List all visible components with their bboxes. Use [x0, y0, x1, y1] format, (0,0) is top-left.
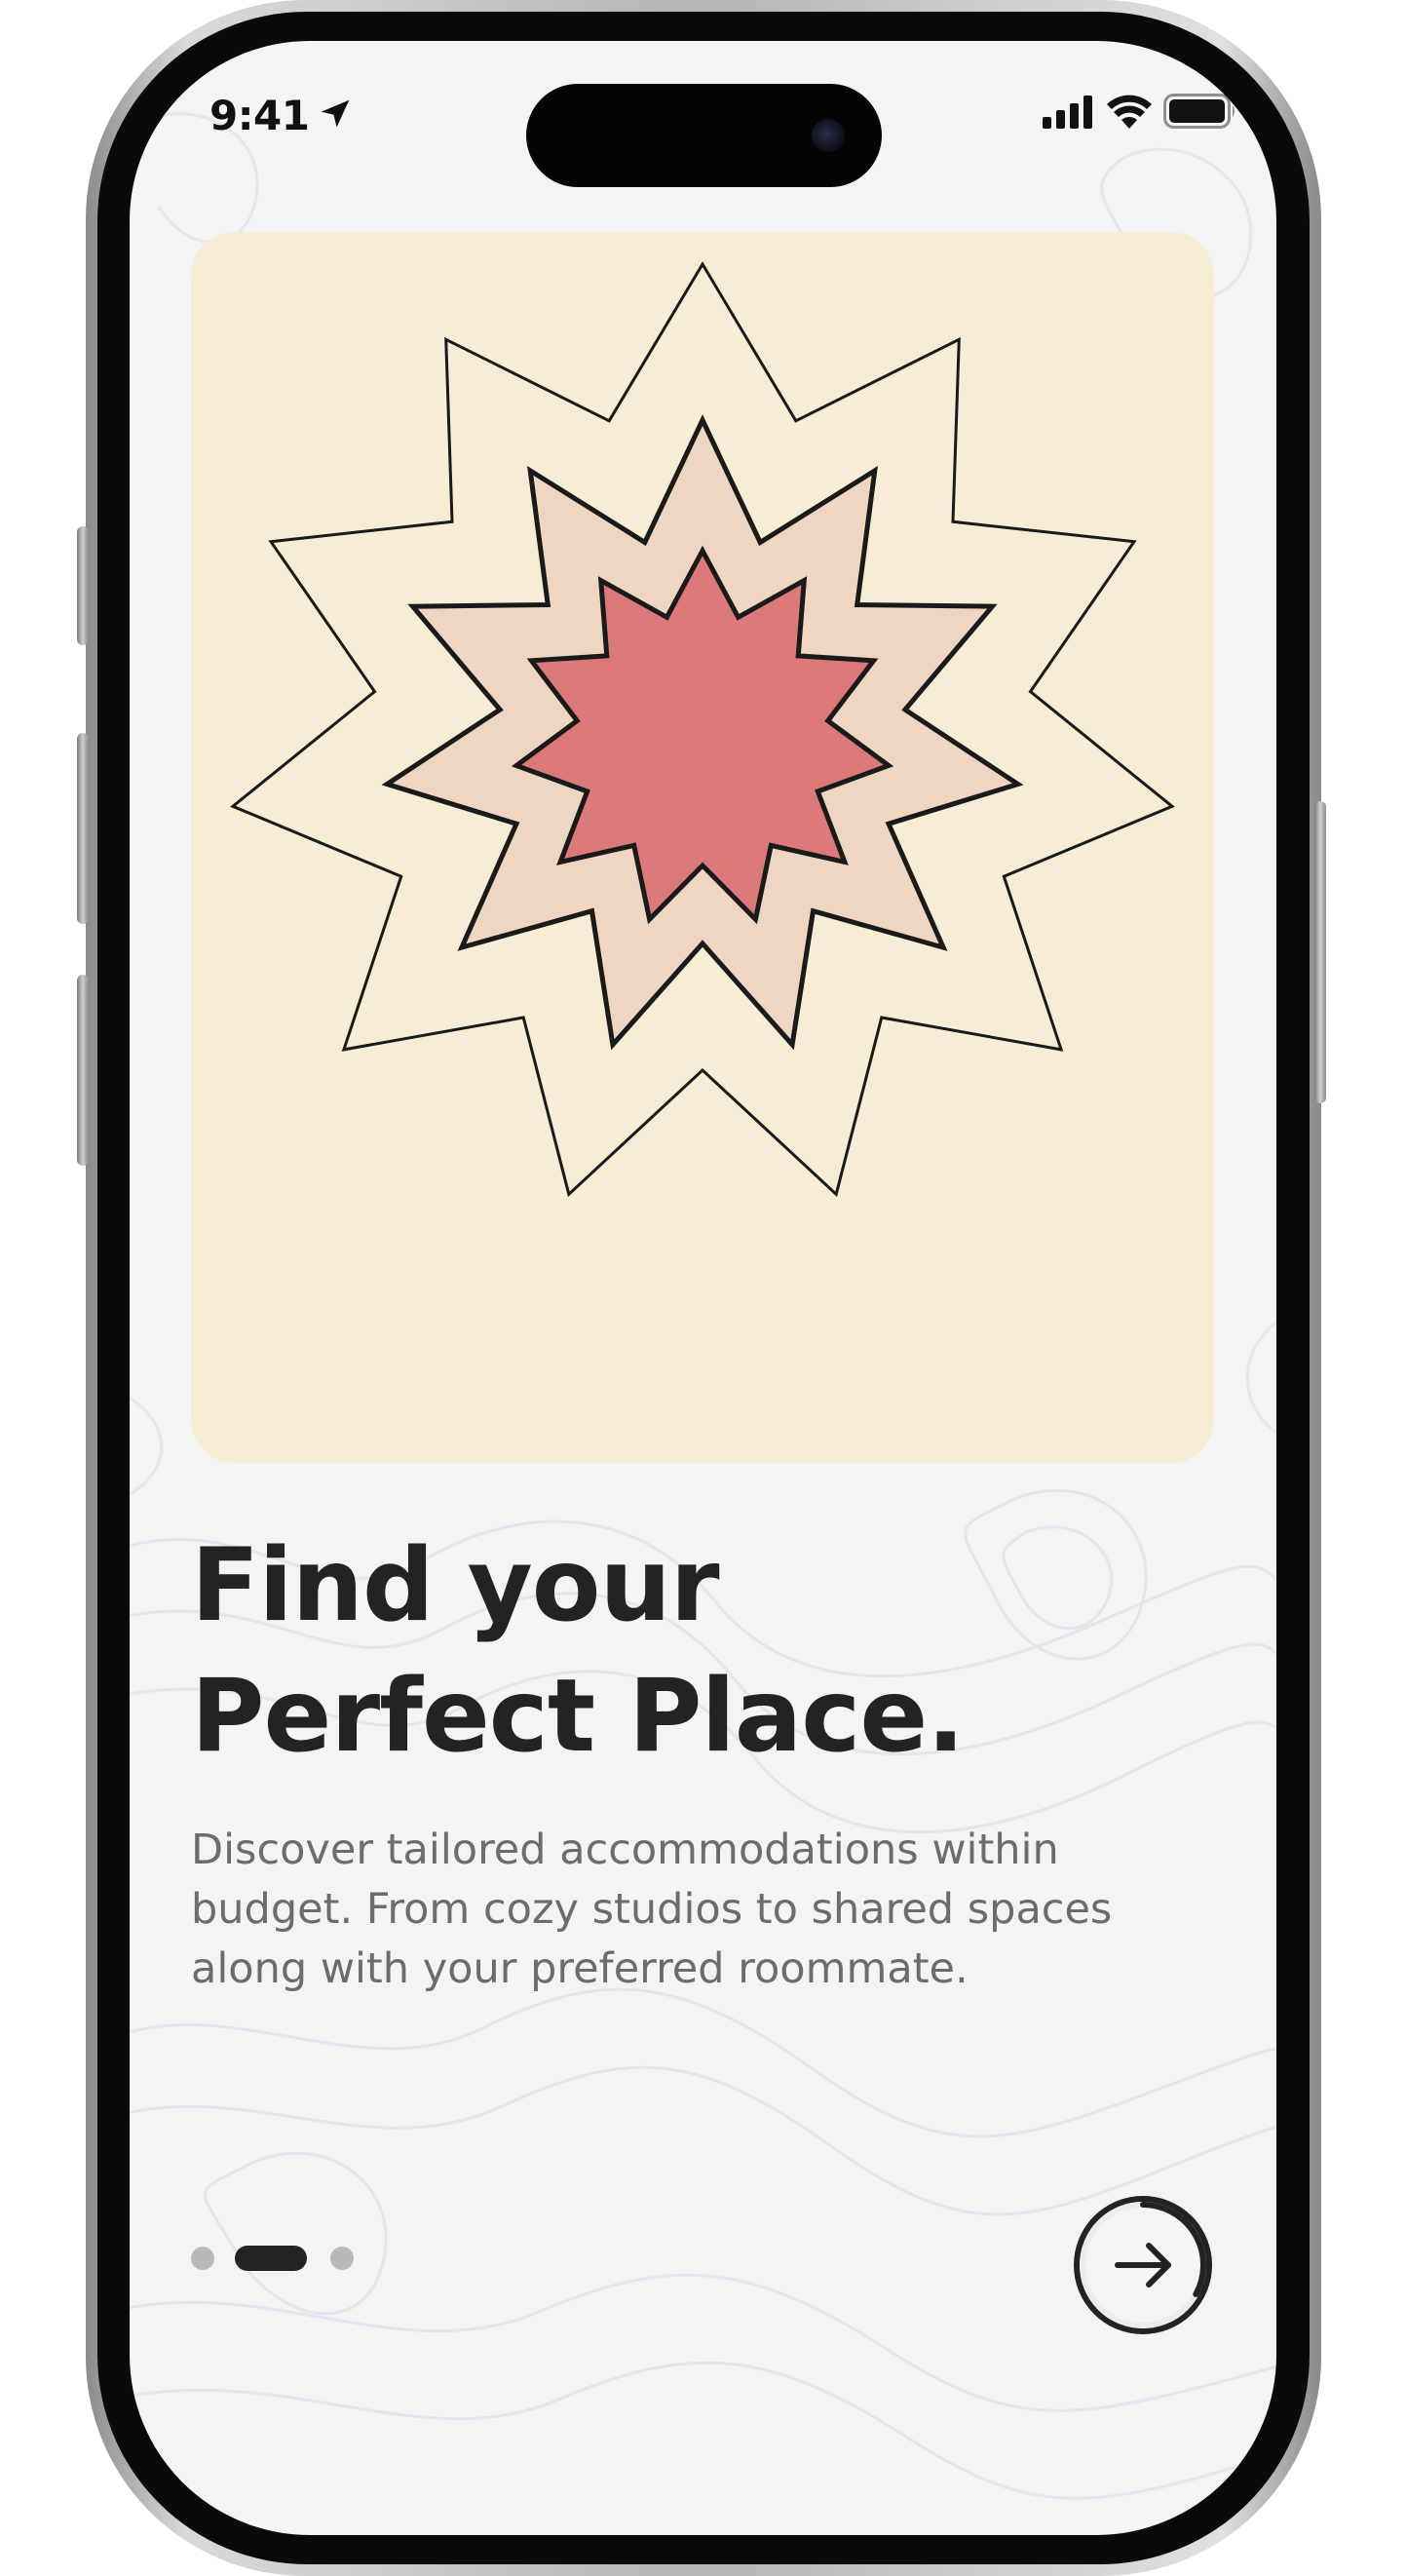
page-dot-3[interactable] — [330, 2247, 354, 2270]
power-button — [1314, 801, 1326, 1103]
next-button-graphic — [1074, 2196, 1212, 2334]
volume-up-button — [77, 733, 89, 924]
page-dot-2-active[interactable] — [235, 2246, 307, 2271]
description-text: Discover tailored accommodations within … — [191, 1826, 1113, 1993]
page-dot-1[interactable] — [191, 2247, 214, 2270]
front-camera — [812, 119, 845, 152]
headline-line-2: Perfect Place. — [191, 1658, 965, 1775]
next-button[interactable] — [1072, 2194, 1214, 2336]
headline-line-1: Find your — [191, 1527, 720, 1644]
dynamic-island — [526, 84, 882, 187]
volume-down-button — [77, 975, 89, 1166]
app-screen: 9:41 Find your Perfect Place. Discover t… — [130, 41, 1276, 2535]
page-title: Find your Perfect Place. — [191, 1520, 1214, 1782]
wifi-icon — [1107, 95, 1152, 129]
hero-illustration-card — [191, 232, 1214, 1463]
star-burst-illustration — [230, 261, 1175, 1198]
location-arrow-icon — [321, 99, 350, 128]
cellular-signal-icon — [1043, 96, 1092, 129]
arrow-right-icon — [1115, 2243, 1171, 2288]
action-button — [77, 526, 89, 645]
status-time: 9:41 — [209, 92, 310, 139]
battery-icon — [1163, 94, 1235, 129]
status-indicators — [1043, 92, 1237, 131]
pagination-indicator — [191, 2246, 386, 2271]
